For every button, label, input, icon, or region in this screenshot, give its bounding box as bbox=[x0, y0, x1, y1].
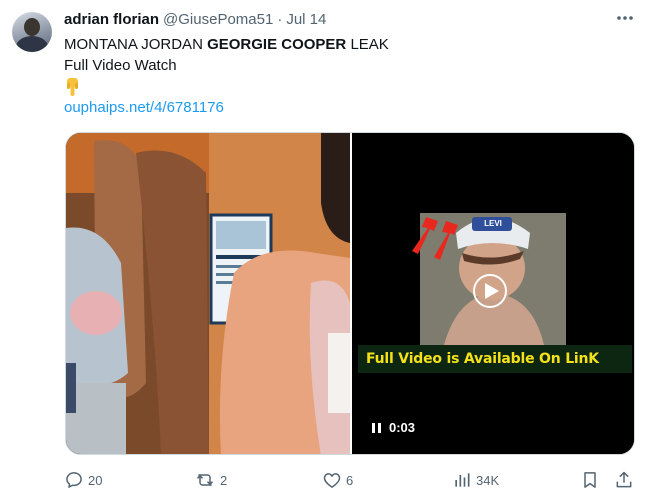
reply-count: 20 bbox=[88, 472, 103, 488]
tweet-line-1-bold: GEORGIE COOPER bbox=[207, 36, 347, 53]
more-options-button[interactable] bbox=[615, 8, 635, 28]
tweet-line-1-prefix: MONTANA JORDAN bbox=[64, 36, 208, 53]
tweet-date[interactable]: Jul 14 bbox=[286, 11, 326, 28]
avatar-head bbox=[24, 18, 40, 36]
repost-button[interactable]: 2 bbox=[194, 468, 227, 492]
video-banner-text: Full Video is Available On LinK bbox=[366, 351, 599, 367]
backhand-index-pointing-down-icon bbox=[67, 78, 78, 96]
media-grid: Full Video is Available On LinK LEVI 0:0… bbox=[65, 132, 635, 455]
heart-icon bbox=[323, 473, 341, 488]
share-button[interactable] bbox=[614, 468, 638, 492]
cap-logo-text: LEVI bbox=[484, 219, 502, 228]
like-count: 6 bbox=[346, 472, 354, 488]
video-timestamp: 0:03 bbox=[389, 420, 416, 435]
share-icon bbox=[616, 471, 632, 488]
video-frame bbox=[352, 133, 634, 454]
avatar[interactable] bbox=[12, 12, 52, 52]
tweet-line-2: Full Video Watch bbox=[64, 57, 177, 74]
photo-image bbox=[66, 133, 350, 454]
tweet-line-1-suffix: LEAK bbox=[346, 36, 389, 53]
tweet-line-1: MONTANA JORDAN GEORGIE COOPER LEAK bbox=[64, 34, 389, 55]
more-icon bbox=[617, 16, 633, 20]
avatar-shoulders bbox=[16, 36, 48, 52]
reply-icon bbox=[66, 472, 82, 488]
tweet-link[interactable]: ouphaips.net/4/6781176 bbox=[64, 97, 389, 118]
video-player[interactable]: Full Video is Available On LinK LEVI 0:0… bbox=[352, 133, 634, 454]
bookmark-icon bbox=[584, 472, 596, 488]
photo-thumbnail[interactable] bbox=[66, 133, 350, 454]
tweet-text: MONTANA JORDAN GEORGIE COOPER LEAK Full … bbox=[64, 34, 389, 118]
separator-dot: · bbox=[277, 10, 283, 28]
repost-icon bbox=[196, 474, 214, 486]
bookmark-button[interactable] bbox=[580, 468, 604, 492]
repost-count: 2 bbox=[220, 472, 228, 488]
views-count: 34K bbox=[476, 472, 500, 488]
user-handle[interactable]: @GiusePoma51 bbox=[163, 11, 273, 28]
tweet[interactable]: adrian florian @GiusePoma51 · Jul 14 MON… bbox=[0, 0, 661, 498]
display-name[interactable]: adrian florian bbox=[64, 11, 159, 28]
pause-button[interactable] bbox=[366, 417, 386, 439]
tweet-header: adrian florian @GiusePoma51 · Jul 14 bbox=[64, 9, 326, 29]
tweet-actions: 20 2 6 34K bbox=[64, 468, 636, 492]
views-icon bbox=[455, 473, 470, 487]
views-button[interactable]: 34K bbox=[452, 468, 499, 492]
reply-button[interactable]: 20 bbox=[64, 468, 102, 492]
like-button[interactable]: 6 bbox=[322, 468, 353, 492]
